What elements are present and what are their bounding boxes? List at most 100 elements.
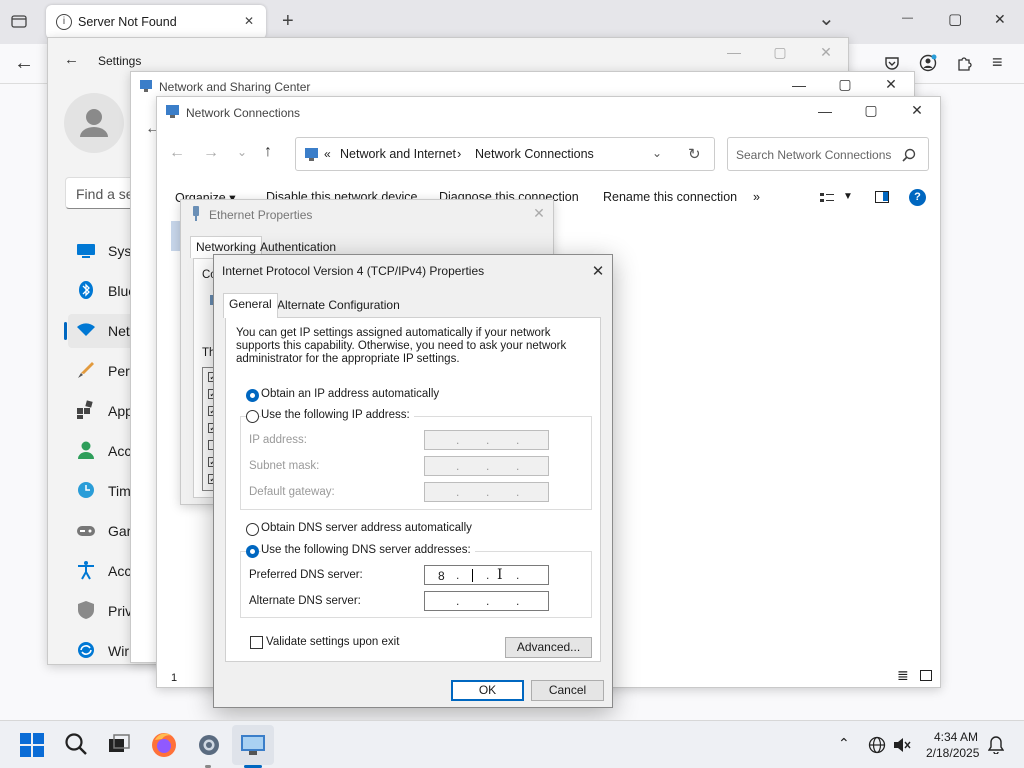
obtain-ip-auto-radio[interactable] (246, 389, 259, 402)
more-commands-chevron[interactable]: » (753, 190, 760, 204)
advanced-button[interactable]: Advanced... (505, 637, 592, 658)
ethernet-icon (191, 206, 201, 222)
nsc-maximize-button[interactable]: ▢ (835, 76, 855, 93)
time-icon (76, 480, 96, 500)
firefox-icon[interactable] (151, 732, 177, 758)
ethernet-close-button[interactable]: ✕ (529, 205, 549, 222)
help-icon[interactable]: ? (909, 189, 926, 206)
globe-network-icon[interactable] (868, 736, 886, 754)
nc-maximize-button[interactable]: ▢ (861, 102, 881, 119)
nc-minimize-button[interactable]: — (815, 103, 835, 119)
view-dropdown-icon[interactable]: ▼ (843, 191, 853, 202)
details-view-icon[interactable]: ≣ (897, 667, 909, 684)
use-following-dns-radio[interactable] (246, 545, 259, 558)
obtain-dns-auto-label[interactable]: Obtain DNS server address automatically (261, 522, 472, 534)
preferred-dns-octet-1[interactable]: 8 (438, 569, 445, 583)
breadcrumb-separator-icon: › (457, 146, 462, 161)
validate-label[interactable]: Validate settings upon exit (266, 636, 399, 648)
obtain-ip-auto-label[interactable]: Obtain an IP address automatically (261, 388, 439, 400)
gaming-icon (76, 520, 96, 540)
tab-list-icon[interactable] (10, 13, 28, 29)
settings-gear-icon[interactable] (196, 732, 222, 758)
ipv4-title: Internet Protocol Version 4 (TCP/IPv4) P… (222, 264, 485, 278)
account-icon[interactable] (919, 54, 937, 72)
settings-maximize-button[interactable]: ▢ (770, 44, 790, 61)
rename-command[interactable]: Rename this connection (603, 190, 737, 204)
nc-forward-icon[interactable]: → (203, 144, 219, 162)
address-dropdown-icon[interactable]: ⌄ (652, 146, 662, 160)
task-view-icon[interactable] (108, 734, 134, 760)
pocket-icon[interactable] (884, 55, 900, 71)
breadcrumb-overflow[interactable]: « (324, 147, 331, 161)
ok-button[interactable]: OK (451, 680, 524, 701)
ipv4-close-button[interactable]: ✕ (588, 262, 608, 280)
list-all-tabs-icon[interactable]: ⌄ (818, 6, 835, 31)
nc-up-icon[interactable]: ↑ (264, 143, 272, 161)
sidebar-item-label: Wir (108, 643, 129, 659)
use-following-ip-label[interactable]: Use the following IP address: (261, 409, 414, 421)
notification-bell-icon[interactable] (988, 736, 1004, 754)
change-view-icon[interactable] (820, 192, 834, 204)
apps-icon (76, 400, 96, 420)
bluetooth-icon (76, 280, 96, 300)
menu-hamburger-icon[interactable]: ≡ (992, 52, 1003, 73)
cancel-button[interactable]: Cancel (531, 680, 604, 701)
sidebar-item-label: Tim (108, 483, 131, 499)
ibeam-pointer-icon: I (497, 567, 503, 583)
browser-minimize-button[interactable]: — (902, 12, 913, 24)
use-following-dns-label[interactable]: Use the following DNS server addresses: (261, 544, 475, 556)
preview-pane-icon[interactable] (875, 191, 889, 203)
extensions-icon[interactable] (956, 55, 972, 71)
clock-time[interactable]: 4:34 AM (934, 730, 978, 744)
breadcrumb-network-connections[interactable]: Network Connections (475, 147, 594, 161)
subnet-mask-field: ... (424, 456, 549, 476)
windows-update-icon (76, 640, 96, 660)
sidebar-item-label: Acc (108, 563, 132, 579)
nc-close-button[interactable]: ✕ (907, 102, 927, 119)
validate-checkbox[interactable] (250, 636, 263, 649)
browser-close-button[interactable]: ✕ (994, 11, 1006, 28)
nc-search-input[interactable]: Search Network Connections (727, 137, 929, 171)
nc-app-icon (165, 104, 181, 120)
search-icon (902, 148, 916, 162)
volume-muted-icon[interactable] (893, 737, 911, 753)
settings-close-button[interactable]: ✕ (816, 44, 836, 61)
refresh-icon[interactable]: ↻ (688, 145, 701, 163)
browser-tab[interactable]: i Server Not Found ✕ (46, 5, 266, 39)
alternate-dns-field[interactable]: ... (424, 591, 549, 611)
network-connections-taskbar-icon[interactable] (240, 732, 266, 758)
nc-back-icon[interactable]: ← (169, 144, 185, 162)
browser-maximize-button[interactable]: ▢ (948, 10, 962, 28)
tab-alternate-configuration[interactable]: Alternate Configuration (272, 295, 405, 317)
address-bar[interactable]: « Network and Internet › Network Connect… (295, 137, 715, 171)
use-following-ip-radio[interactable] (246, 410, 259, 423)
tab-general[interactable]: General (223, 293, 278, 318)
nsc-minimize-button[interactable]: — (789, 77, 809, 93)
privacy-icon (76, 600, 96, 620)
clock-date[interactable]: 2/18/2025 (926, 746, 979, 760)
default-gateway-label: Default gateway: (249, 486, 335, 498)
preferred-dns-label: Preferred DNS server: (249, 569, 363, 581)
show-hidden-icons-chevron[interactable]: ⌃ (838, 735, 850, 752)
sidebar-item-label: Net (108, 323, 130, 339)
settings-minimize-button[interactable]: — (724, 44, 744, 60)
new-tab-button[interactable]: + (282, 10, 294, 33)
ip-address-label: IP address: (249, 434, 307, 446)
nc-recent-chevron-icon[interactable]: ⌄ (237, 145, 247, 159)
taskbar-search-icon[interactable] (64, 732, 90, 758)
large-icons-view-icon[interactable] (920, 670, 932, 681)
breadcrumb-network-internet[interactable]: Network and Internet (340, 147, 456, 161)
obtain-dns-auto-radio[interactable] (246, 523, 259, 536)
personalization-icon (76, 360, 96, 380)
ip-address-field: ... (424, 430, 549, 450)
close-tab-icon[interactable]: ✕ (244, 14, 254, 28)
user-avatar (64, 93, 124, 153)
preferred-dns-field[interactable]: 8 ... I (424, 565, 549, 585)
sidebar-item-label: Acc (108, 443, 132, 459)
start-windows-icon[interactable] (20, 733, 46, 759)
settings-back-icon[interactable]: ← (64, 51, 79, 68)
back-arrow-icon[interactable]: ← (14, 52, 34, 75)
system-icon (76, 240, 96, 260)
text-cursor (472, 569, 473, 582)
nsc-close-button[interactable]: ✕ (881, 76, 901, 93)
